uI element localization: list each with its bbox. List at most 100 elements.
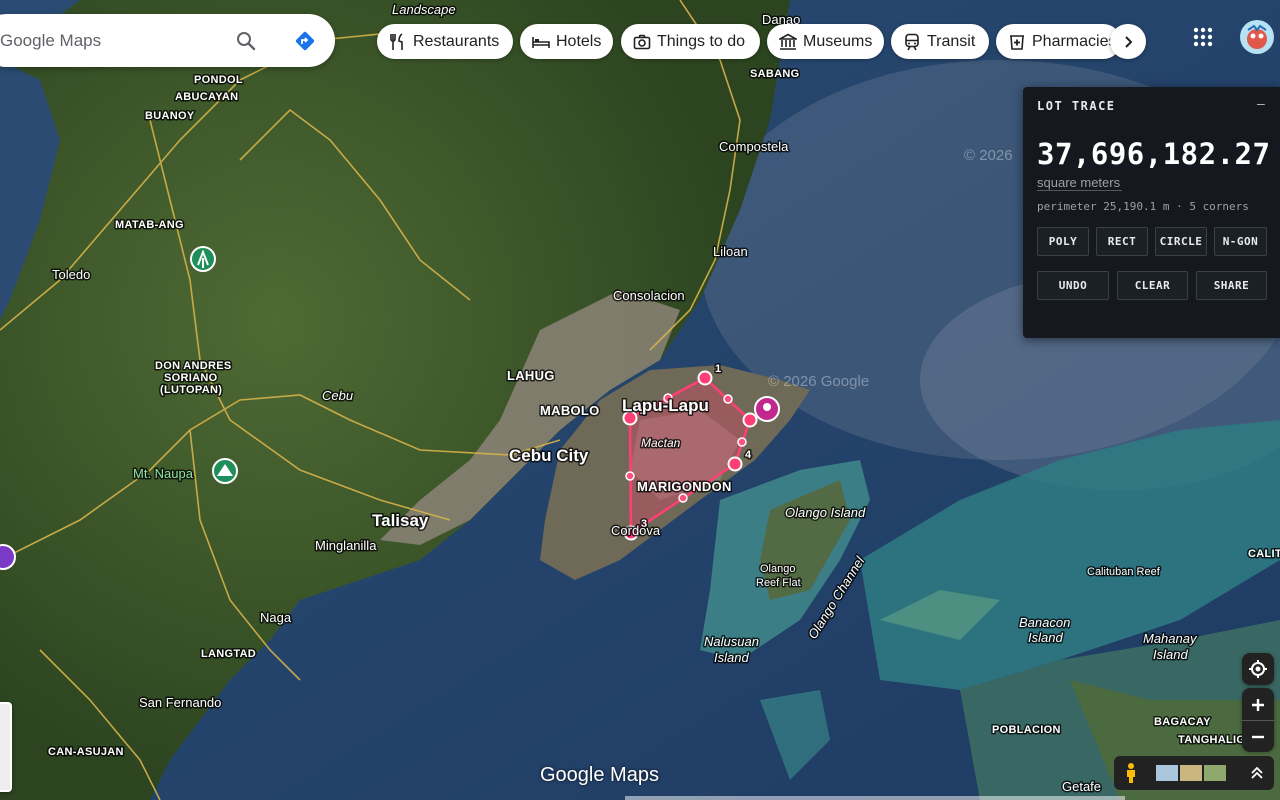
label-banacon-2: Island	[1028, 630, 1063, 645]
layer-thumb-map[interactable]	[1156, 765, 1178, 781]
label-lapu-lapu: Lapu-Lapu	[622, 396, 709, 415]
label-mahanay-2: Island	[1153, 647, 1188, 662]
area-unit: square meters	[1037, 175, 1121, 190]
label-mactan: Mactan	[641, 436, 681, 450]
poly-button[interactable]: POLY	[1037, 227, 1089, 256]
label-poblacion: POBLACION	[992, 724, 1061, 736]
undo-button[interactable]: UNDO	[1037, 271, 1109, 300]
label-tanghalig: TANGHALIG	[1178, 734, 1245, 746]
share-button[interactable]: SHARE	[1196, 271, 1267, 300]
minus-icon	[1252, 735, 1264, 738]
map-watermark-2: © 2026 Google	[768, 373, 869, 390]
label-cordova: Cordova	[611, 523, 661, 538]
crosshair-icon	[1249, 660, 1267, 678]
label-matab-ang: MATAB-ANG	[115, 219, 184, 231]
fork-knife-icon	[390, 32, 403, 50]
place-marker-icon[interactable]	[754, 396, 780, 422]
label-mabolo: MABOLO	[540, 403, 600, 418]
chip-label: Hotels	[556, 32, 602, 50]
camera-marker-icon[interactable]	[0, 544, 16, 570]
chip-hotels[interactable]: Hotels	[520, 24, 613, 59]
zoom-in-button[interactable]	[1242, 689, 1274, 720]
chip-label: Things to do	[657, 32, 746, 50]
chevron-up-icon[interactable]	[1250, 766, 1264, 780]
label-sabang: SABANG	[750, 68, 799, 80]
lot-trace-panel: LOT TRACE – 37,696,182.27 square meters …	[1023, 87, 1280, 338]
park-marker-icon[interactable]	[190, 246, 216, 272]
label-talisay: Talisay	[372, 511, 429, 530]
label-olango-reef-2: Reef Flat	[756, 577, 801, 589]
left-edge-control[interactable]	[0, 702, 12, 792]
plus-icon	[1252, 698, 1264, 711]
pharmacy-icon	[1010, 34, 1024, 50]
search-input[interactable]: Google Maps	[0, 14, 101, 67]
label-buanoy: BUANOY	[145, 110, 195, 122]
label-can-asujan: CAN-ASUJAN	[48, 746, 124, 758]
label-consolacion: Consolacion	[613, 288, 685, 303]
layer-thumb-terrain[interactable]	[1180, 765, 1202, 781]
clear-button[interactable]: CLEAR	[1117, 271, 1188, 300]
label-cebu: Cebu	[322, 388, 353, 403]
chip-label: Transit	[927, 32, 976, 50]
map-watermark: © 2026	[964, 147, 1013, 164]
apps-grid-icon[interactable]	[1192, 26, 1214, 48]
label-toledo: Toledo	[52, 267, 90, 282]
label-minglanilla: Minglanilla	[315, 538, 377, 553]
label-don-andres-3: (LUTOPAN)	[160, 384, 222, 396]
search-icon[interactable]	[236, 31, 256, 51]
copyright-bar	[625, 796, 1125, 800]
label-don-andres-2: SORIANO	[164, 372, 218, 384]
directions-icon[interactable]	[293, 29, 317, 53]
minimize-button[interactable]: –	[1257, 95, 1265, 111]
unit-underline	[1037, 190, 1122, 191]
label-san-fernando: San Fernando	[139, 695, 221, 710]
label-mahanay-1: Mahanay	[1143, 631, 1198, 646]
label-marigondon: MARIGONDON	[637, 479, 732, 494]
label-abucayan: ABUCAYAN	[175, 91, 238, 103]
pegman-icon[interactable]	[1124, 762, 1138, 784]
label-compostela: Compostela	[719, 139, 789, 154]
chips-scroll-right-button[interactable]	[1110, 24, 1146, 59]
label-calituban-reef: Calituban Reef	[1087, 566, 1161, 578]
panel-title: LOT TRACE	[1037, 99, 1116, 113]
label-olango-reef-1: Olango	[760, 563, 795, 575]
vertex-5	[742, 412, 758, 428]
chip-transit[interactable]: Transit	[891, 24, 989, 59]
bed-icon	[532, 36, 550, 48]
zoom-out-button[interactable]	[1242, 720, 1274, 752]
rect-button[interactable]: RECT	[1096, 227, 1148, 256]
n-gon-button[interactable]: N-GON	[1214, 227, 1267, 256]
train-icon	[905, 33, 919, 50]
area-value: 37,696,182.27	[1037, 137, 1271, 171]
chip-pharmacies[interactable]: Pharmacies	[996, 24, 1121, 59]
vertex-label-1: 1	[715, 363, 721, 375]
museum-icon	[779, 33, 797, 50]
camera-icon	[633, 34, 651, 49]
chip-things-to-do[interactable]: Things to do	[621, 24, 760, 59]
label-olango-island: Olango Island	[785, 505, 866, 520]
layer-thumb-satellite[interactable]	[1204, 765, 1226, 781]
search-box[interactable]: Google Maps	[0, 14, 335, 67]
chip-museums[interactable]: Museums	[767, 24, 884, 59]
mountain-marker-icon[interactable]	[212, 458, 238, 484]
circle-button[interactable]: CIRCLE	[1155, 227, 1207, 256]
chip-restaurants[interactable]: Restaurants	[377, 24, 513, 59]
my-location-button[interactable]	[1242, 653, 1274, 685]
label-naga: Naga	[260, 610, 292, 625]
label-don-andres-1: DON ANDRES	[155, 360, 232, 372]
google-maps-logo: Google Maps	[540, 764, 659, 786]
label-getafe: Getafe	[1062, 779, 1101, 794]
vertex-label-4: 4	[745, 449, 752, 461]
chevron-right-icon	[1125, 35, 1133, 48]
avatar[interactable]	[1240, 20, 1274, 54]
chip-label: Museums	[803, 32, 873, 50]
label-liloan: Liloan	[713, 244, 748, 259]
vertex-4	[727, 456, 743, 472]
label-cebu-city: Cebu City	[509, 446, 589, 465]
layers-bar[interactable]	[1114, 756, 1274, 790]
label-landscape: Landscape	[392, 2, 456, 17]
avatar-image	[1247, 24, 1267, 49]
vertex-1	[697, 370, 713, 386]
label-calit: CALIT	[1248, 548, 1280, 560]
perimeter-info: perimeter 25,190.1 m · 5 corners	[1037, 200, 1249, 213]
